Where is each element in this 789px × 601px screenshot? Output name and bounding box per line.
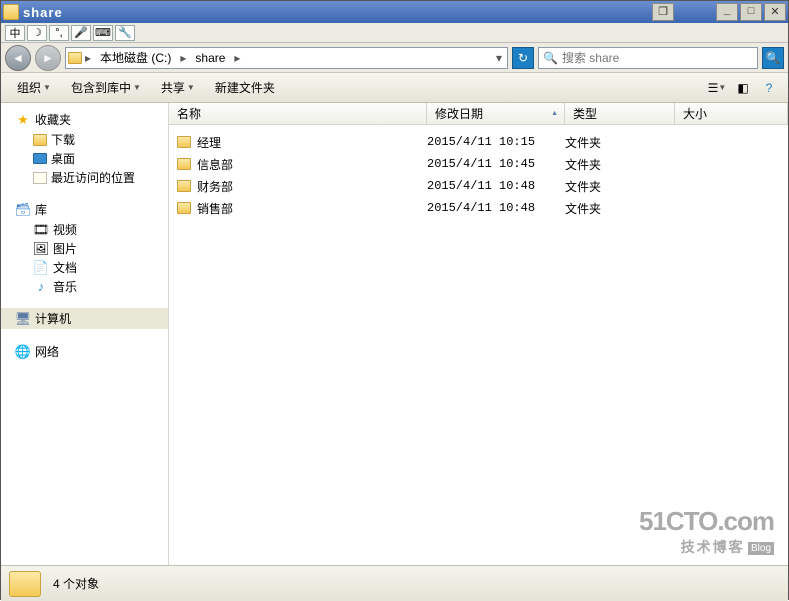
watermark-line2: 技术博客 <box>681 539 745 555</box>
file-row[interactable]: 经理 2015/4/11 10:15 文件夹 <box>169 131 788 153</box>
music-icon: ♪ <box>33 279 49 295</box>
sidebar-item-recent[interactable]: 最近访问的位置 <box>1 168 168 187</box>
desktop-icon <box>33 153 47 164</box>
watermark-line1: 51CTO.com <box>639 506 774 537</box>
command-toolbar: 组织▼ 包含到库中▼ 共享▼ 新建文件夹 ☰▼ ◧ ? <box>1 73 788 103</box>
address-bar: ◄ ► ▸ 本地磁盘 (C:) ▸ share ▸ ▾ ↻ 🔍 搜索 share… <box>1 43 788 73</box>
organize-button[interactable]: 组织▼ <box>9 75 59 100</box>
breadcrumb-item[interactable]: 本地磁盘 (C:) <box>94 48 177 68</box>
preview-pane-button[interactable]: ◧ <box>732 77 754 99</box>
sidebar-item-downloads[interactable]: 下载 <box>1 130 168 149</box>
document-icon: 📄 <box>33 260 49 276</box>
new-folder-button[interactable]: 新建文件夹 <box>207 75 283 100</box>
picture-icon: 🖼 <box>33 241 49 257</box>
share-button[interactable]: 共享▼ <box>153 75 203 100</box>
file-row[interactable]: 信息部 2015/4/11 10:45 文件夹 <box>169 153 788 175</box>
chevron-right-icon[interactable]: ▸ <box>231 51 243 65</box>
minimize-button[interactable]: _ <box>716 3 738 21</box>
ime-toolbar: 中 ☽ °, 🎤 ⌨ 🔧 <box>1 23 788 43</box>
sidebar-item-pictures[interactable]: 🖼图片 <box>1 239 168 258</box>
window-controls: ❐ _ □ ✕ <box>652 3 786 21</box>
ime-button[interactable]: 中 <box>5 25 25 41</box>
breadcrumb-item[interactable]: share <box>189 48 231 68</box>
close-button[interactable]: ✕ <box>764 3 786 21</box>
watermark: 51CTO.com 技术博客 Blog <box>639 506 774 557</box>
refresh-button[interactable]: ↻ <box>512 47 534 69</box>
ime-button[interactable]: 🎤 <box>71 25 91 41</box>
sidebar-item-documents[interactable]: 📄文档 <box>1 258 168 277</box>
library-icon: 🗃 <box>15 202 31 218</box>
file-row[interactable]: 销售部 2015/4/11 10:48 文件夹 <box>169 197 788 219</box>
file-rows: 经理 2015/4/11 10:15 文件夹 信息部 2015/4/11 10:… <box>169 125 788 565</box>
folder-icon <box>3 4 19 20</box>
watermark-blog: Blog <box>748 542 774 555</box>
video-icon: 🎞 <box>33 222 49 238</box>
status-bar: 4 个对象 <box>1 565 788 601</box>
computer-icon: 🖥 <box>15 311 31 327</box>
column-date[interactable]: 修改日期 <box>427 103 565 124</box>
titlebar: share ❐ _ □ ✕ <box>1 1 788 23</box>
window-title: share <box>23 5 652 20</box>
column-headers: 名称 修改日期 类型 大小 <box>169 103 788 125</box>
include-library-button[interactable]: 包含到库中▼ <box>63 75 149 100</box>
forward-button[interactable]: ► <box>35 45 61 71</box>
search-input[interactable]: 🔍 搜索 share <box>538 47 758 69</box>
file-row[interactable]: 财务部 2015/4/11 10:48 文件夹 <box>169 175 788 197</box>
search-placeholder-text: 搜索 share <box>562 49 619 66</box>
star-icon: ★ <box>15 112 31 128</box>
column-size[interactable]: 大小 <box>675 103 788 124</box>
column-name[interactable]: 名称 <box>169 103 427 124</box>
folder-icon <box>33 134 47 146</box>
maximize-button[interactable]: □ <box>740 3 762 21</box>
chevron-right-icon[interactable]: ▸ <box>177 51 189 65</box>
folder-icon <box>177 180 191 192</box>
folder-icon <box>177 136 191 148</box>
dropdown-icon[interactable]: ▾ <box>493 51 505 65</box>
sidebar-libraries[interactable]: 🗃库 <box>1 199 168 220</box>
sidebar-item-desktop[interactable]: 桌面 <box>1 149 168 168</box>
folder-icon <box>177 158 191 170</box>
sidebar-item-videos[interactable]: 🎞视频 <box>1 220 168 239</box>
sidebar-network[interactable]: 🌐网络 <box>1 341 168 362</box>
restore-button[interactable]: ❐ <box>652 3 674 21</box>
folder-icon <box>177 202 191 214</box>
folder-icon <box>68 52 82 64</box>
status-text: 4 个对象 <box>53 575 99 592</box>
breadcrumb[interactable]: ▸ 本地磁盘 (C:) ▸ share ▸ ▾ <box>65 47 508 69</box>
navigation-sidebar: ★收藏夹 下载 桌面 最近访问的位置 🗃库 🎞视频 🖼图片 📄文档 ♪音乐 🖥计… <box>1 103 169 565</box>
folder-icon <box>9 571 41 597</box>
network-icon: 🌐 <box>15 344 31 360</box>
sidebar-item-music[interactable]: ♪音乐 <box>1 277 168 296</box>
ime-button[interactable]: °, <box>49 25 69 41</box>
file-list: 名称 修改日期 类型 大小 经理 2015/4/11 10:15 文件夹 信息部… <box>169 103 788 565</box>
recent-icon <box>33 172 47 184</box>
ime-button[interactable]: ⌨ <box>93 25 113 41</box>
main-area: ★收藏夹 下载 桌面 最近访问的位置 🗃库 🎞视频 🖼图片 📄文档 ♪音乐 🖥计… <box>1 103 788 565</box>
sidebar-favorites[interactable]: ★收藏夹 <box>1 109 168 130</box>
ime-button[interactable]: 🔧 <box>115 25 135 41</box>
help-button[interactable]: ? <box>758 77 780 99</box>
column-type[interactable]: 类型 <box>565 103 675 124</box>
search-icon: 🔍 <box>543 51 558 65</box>
back-button[interactable]: ◄ <box>5 45 31 71</box>
view-options-button[interactable]: ☰▼ <box>706 77 728 99</box>
sidebar-computer[interactable]: 🖥计算机 <box>1 308 168 329</box>
search-go-button[interactable]: 🔍 <box>762 47 784 69</box>
chevron-right-icon[interactable]: ▸ <box>82 51 94 65</box>
ime-button[interactable]: ☽ <box>27 25 47 41</box>
